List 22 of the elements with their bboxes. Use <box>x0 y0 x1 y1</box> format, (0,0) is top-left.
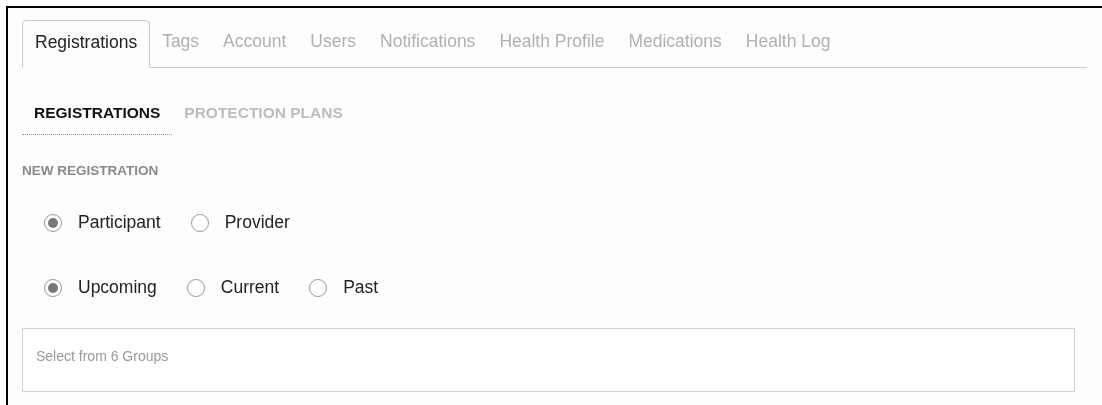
group-select-field[interactable]: Select from 6 Groups <box>22 328 1075 392</box>
subtab[interactable]: REGISTRATIONS <box>22 104 173 135</box>
radio-label[interactable]: Participant <box>78 212 161 233</box>
tab[interactable]: Medications <box>616 20 734 68</box>
radio-label[interactable]: Past <box>343 277 379 298</box>
tab[interactable]: Health Profile <box>487 20 617 68</box>
radio-button[interactable] <box>186 278 205 297</box>
radio-label[interactable]: Current <box>220 277 280 298</box>
radio-label[interactable]: Provider <box>224 212 290 233</box>
tab[interactable]: Account <box>211 20 299 68</box>
tab[interactable]: Tags <box>150 20 212 68</box>
radio-button[interactable] <box>309 278 328 297</box>
section-title: NEW REGISTRATION <box>22 163 160 178</box>
radio-button[interactable] <box>44 278 62 297</box>
radio-button[interactable] <box>44 213 62 232</box>
radio-button[interactable] <box>190 213 209 232</box>
subtab[interactable]: PROTECTION PLANS <box>172 104 355 135</box>
tab[interactable]: Health Log <box>733 20 843 68</box>
tab[interactable]: Notifications <box>368 20 488 68</box>
radio-label[interactable]: Upcoming <box>78 277 157 298</box>
tab[interactable]: Users <box>298 20 369 68</box>
tab[interactable]: Registrations <box>22 20 151 68</box>
